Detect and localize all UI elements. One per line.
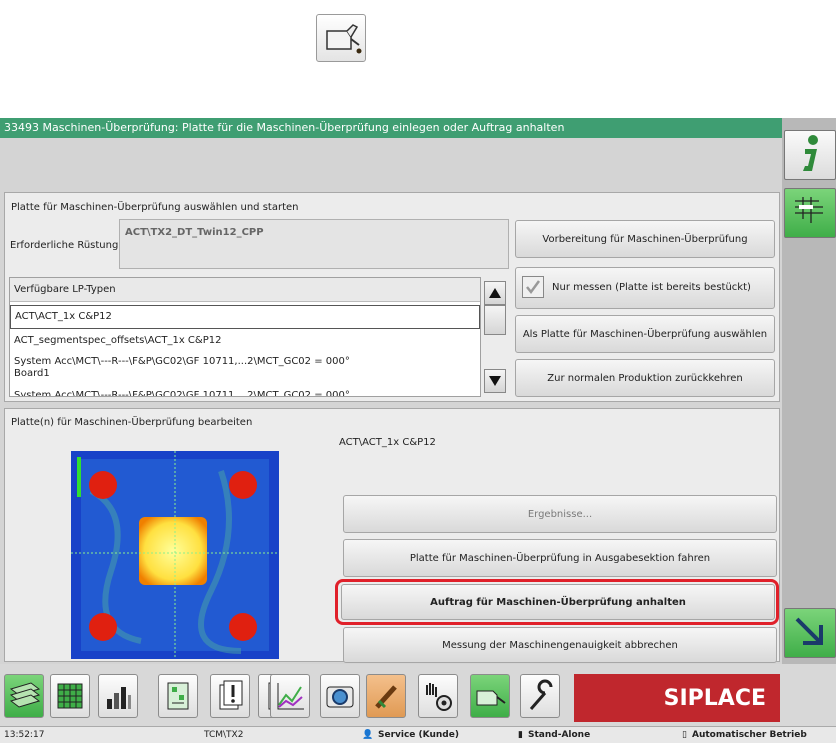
status-operation-icon: ▯ xyxy=(682,730,687,740)
hand-gear-icon xyxy=(426,683,452,711)
back-to-production-button[interactable]: Zur normalen Produktion zurückkehren xyxy=(515,359,775,397)
trend-chart-button[interactable] xyxy=(270,674,310,718)
table-grid-icon xyxy=(795,197,823,223)
status-mode-icon: ▮ xyxy=(518,730,523,740)
oil-can-icon xyxy=(476,690,506,706)
bar-chart-icon xyxy=(107,687,131,709)
warning-pages-icon xyxy=(219,680,243,710)
scroll-up-button[interactable] xyxy=(484,281,506,305)
status-user-icon: 👤 xyxy=(362,730,374,740)
measure-only-label: Nur messen (Platte ist bereits bestückt) xyxy=(552,282,751,293)
stop-order-button[interactable]: Auftrag für Maschinen-Überprüfung anhalt… xyxy=(341,584,775,620)
arrow-down-right-icon xyxy=(795,617,823,645)
list-item[interactable]: ACT_segmentspec_offsets\ACT_1x C&P12 xyxy=(14,335,221,346)
status-mode: Stand-Alone xyxy=(528,730,591,740)
brand-logo: SIPLACE xyxy=(574,674,780,722)
messages-button[interactable] xyxy=(210,674,250,718)
manual-operation-button[interactable] xyxy=(418,674,458,718)
checkmark-icon xyxy=(526,280,541,295)
list-item[interactable]: System Acc\MCT\---R---\F&P\GC02\GF 10711… xyxy=(14,390,350,396)
program-button[interactable] xyxy=(158,674,198,718)
statistics-button[interactable] xyxy=(98,674,138,718)
abort-measurement-button[interactable]: Messung der Maschinengenauigkeit abbrech… xyxy=(343,627,777,663)
list-item[interactable]: Board1 xyxy=(14,368,50,379)
select-panel: Platte für Maschinen-Überprüfung auswähl… xyxy=(4,192,780,402)
grid-icon xyxy=(57,683,83,709)
measurement-image xyxy=(71,451,279,659)
scroll-down-button[interactable] xyxy=(484,369,506,393)
table-view-button[interactable] xyxy=(784,188,836,238)
camera-button[interactable] xyxy=(320,674,360,718)
list-item[interactable]: ACT\ACT_1x C&P12 xyxy=(10,305,480,329)
triangle-up-icon xyxy=(489,288,501,298)
nozzle-button[interactable] xyxy=(366,674,406,718)
list-item[interactable]: System Acc\MCT\---R---\F&P\GC02\GF 10711… xyxy=(14,356,350,367)
info-icon xyxy=(803,135,818,171)
info-button[interactable] xyxy=(784,130,836,180)
setup-label: Erforderliche Rüstung: xyxy=(10,240,122,251)
triangle-down-icon xyxy=(489,376,501,386)
prepare-button[interactable]: Vorbereitung für Maschinen-Überprüfung xyxy=(515,220,775,258)
oil-can-icon xyxy=(316,14,366,62)
wrench-icon xyxy=(529,679,553,710)
status-station: TCM\TX2 xyxy=(204,730,244,740)
list-header-label: Verfügbare LP-Typen xyxy=(14,284,116,295)
measure-only-checkbox-row[interactable]: Nur messen (Platte ist bereits bestückt) xyxy=(515,267,775,309)
measure-only-checkbox[interactable] xyxy=(522,276,544,298)
feeder-grid-button[interactable] xyxy=(50,674,90,718)
scroll-thumb[interactable] xyxy=(484,305,506,335)
board-stack-button[interactable] xyxy=(4,674,44,718)
list-header: Verfügbare LP-Typen xyxy=(10,278,480,302)
edit-panel-header: Platte(n) für Maschinen-Überprüfung bear… xyxy=(11,417,253,428)
confirm-arrow-button[interactable] xyxy=(784,608,836,658)
lp-type-list: Verfügbare LP-Typen ACT\ACT_1x C&P12 ACT… xyxy=(9,277,481,397)
nozzle-tool-icon xyxy=(375,685,397,709)
edit-panel: Platte(n) für Maschinen-Überprüfung bear… xyxy=(4,408,780,663)
status-operation: Automatischer Betrieb xyxy=(692,730,807,740)
status-time: 13:52:17 xyxy=(4,730,45,740)
board-name: ACT\ACT_1x C&P12 xyxy=(339,437,436,448)
move-to-output-button[interactable]: Platte für Maschinen-Überprüfung in Ausg… xyxy=(343,539,777,577)
machine-check-button[interactable] xyxy=(470,674,510,718)
status-user: Service (Kunde) xyxy=(378,730,459,740)
results-button[interactable]: Ergebnisse... xyxy=(343,495,777,533)
circuit-board-icon xyxy=(167,682,189,710)
service-tools-button[interactable] xyxy=(520,674,560,718)
setup-value: ACT\TX2_DT_Twin12_CPP xyxy=(125,227,264,238)
board-stack-icon xyxy=(9,682,41,708)
dialog-title-bar: 33493 Maschinen-Überprüfung: Platte für … xyxy=(0,118,782,138)
right-sidebar xyxy=(782,118,836,664)
select-panel-header: Platte für Maschinen-Überprüfung auswähl… xyxy=(11,202,299,213)
line-chart-icon xyxy=(277,683,304,710)
camera-lens-icon xyxy=(326,686,354,708)
setup-value-box: ACT\TX2_DT_Twin12_CPP xyxy=(119,219,509,269)
select-board-button[interactable]: Als Platte für Maschinen-Überprüfung aus… xyxy=(515,315,775,353)
